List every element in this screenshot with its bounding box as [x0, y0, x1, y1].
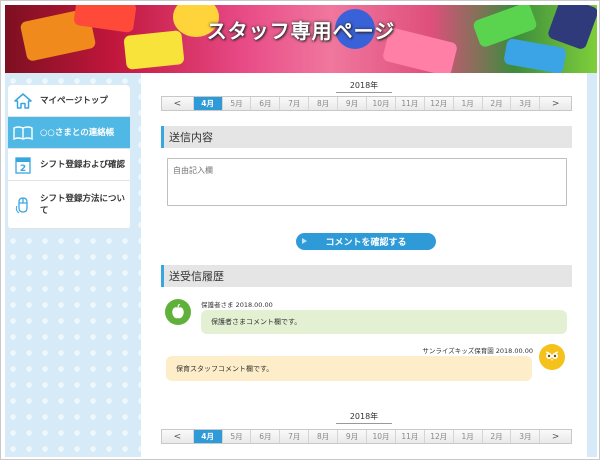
- page-frame: スタッフ専用ページ マイページトップ ○○さまとの連絡帳 2 シフト登録および確…: [0, 0, 600, 460]
- sidebar-menu: マイページトップ ○○さまとの連絡帳 2 シフト登録および確認 シフト登録方法に…: [8, 85, 130, 229]
- month-tab[interactable]: 5月: [222, 430, 252, 443]
- month-tab[interactable]: 1月: [453, 430, 483, 443]
- month-tab[interactable]: 9月: [338, 430, 368, 443]
- month-tab[interactable]: 4月: [193, 97, 223, 110]
- next-month-button[interactable]: >: [540, 430, 572, 443]
- right-border-strip: [587, 73, 597, 457]
- header-banner: スタッフ専用ページ: [5, 5, 597, 73]
- sidebar-item-label: ○○さまとの連絡帳: [40, 127, 115, 138]
- confirm-comment-button[interactable]: コメントを確認する: [296, 233, 436, 250]
- message-text: 保護者さまコメント欄です。: [211, 318, 302, 326]
- month-tab[interactable]: 2月: [482, 97, 512, 110]
- sidebar-item-mypage-top[interactable]: マイページトップ: [8, 85, 130, 117]
- calendar-icon: 2: [12, 156, 34, 174]
- month-tab[interactable]: 5月: [222, 97, 252, 110]
- sidebar-item-label: マイページトップ: [40, 95, 108, 106]
- month-tab[interactable]: 1月: [453, 97, 483, 110]
- sidebar-item-shift-howto[interactable]: シフト登録方法について: [8, 181, 130, 229]
- month-tab[interactable]: 8月: [309, 97, 339, 110]
- month-tab[interactable]: 7月: [280, 97, 310, 110]
- history-section-heading: 送受信履歴: [161, 265, 572, 287]
- month-tab[interactable]: 12月: [424, 430, 454, 443]
- month-tab[interactable]: 4月: [193, 430, 223, 443]
- month-tab[interactable]: 2月: [482, 430, 512, 443]
- month-tab[interactable]: 3月: [511, 97, 541, 110]
- month-tab[interactable]: 8月: [309, 430, 339, 443]
- sidebar-item-shift-register[interactable]: 2 シフト登録および確認: [8, 149, 130, 181]
- month-tab[interactable]: 12月: [424, 97, 454, 110]
- month-tab[interactable]: 11月: [395, 430, 425, 443]
- comment-textarea[interactable]: [167, 158, 567, 206]
- play-arrow-icon: [302, 238, 307, 244]
- month-tab[interactable]: 6月: [251, 430, 281, 443]
- prev-month-button[interactable]: <: [162, 97, 194, 110]
- message-sender-staff: サンライズキッズ保育園 2018.00.00: [422, 347, 533, 355]
- month-navigation-top: < 4月 5月 6月 7月 8月 9月 10月 11月 12月 1月 2月 3月…: [161, 96, 572, 111]
- month-tab[interactable]: 10月: [367, 430, 396, 443]
- sidebar-item-contact-book[interactable]: ○○さまとの連絡帳: [8, 117, 130, 149]
- page-title: スタッフ専用ページ: [206, 19, 396, 43]
- month-tab[interactable]: 7月: [280, 430, 310, 443]
- sidebar-item-label: シフト登録方法について: [40, 193, 126, 216]
- calendar-day-number: 2: [20, 164, 26, 174]
- apple-icon: [165, 299, 191, 325]
- owl-icon: [539, 344, 565, 370]
- main-content: 2018年 < 4月 5月 6月 7月 8月 9月 10月 11月 12月 1月…: [141, 73, 587, 457]
- message-text: 保育スタッフコメント欄です。: [176, 364, 274, 373]
- prev-month-button[interactable]: <: [162, 430, 194, 443]
- year-label-bottom: 2018年: [141, 411, 587, 424]
- month-tab[interactable]: 9月: [338, 97, 368, 110]
- month-tab[interactable]: 3月: [511, 430, 541, 443]
- message-bubble-parent: 保護者さまコメント欄です。: [201, 310, 567, 334]
- message-sender-parent: 保護者さま 2018.00.00: [201, 301, 273, 309]
- year-label-top: 2018年: [141, 80, 587, 93]
- month-tab[interactable]: 10月: [367, 97, 396, 110]
- month-tab[interactable]: 11月: [395, 97, 425, 110]
- month-tab[interactable]: 6月: [251, 97, 281, 110]
- confirm-comment-label: コメントを確認する: [325, 238, 407, 248]
- send-section-heading: 送信内容: [161, 126, 572, 148]
- message-bubble-staff: 保育スタッフコメント欄です。: [166, 356, 532, 381]
- next-month-button[interactable]: >: [540, 97, 572, 110]
- book-icon: [12, 124, 34, 142]
- mouse-icon: [12, 196, 34, 214]
- sidebar-item-label: シフト登録および確認: [40, 159, 126, 170]
- month-navigation-bottom: < 4月 5月 6月 7月 8月 9月 10月 11月 12月 1月 2月 3月…: [161, 429, 572, 444]
- home-icon: [12, 92, 34, 110]
